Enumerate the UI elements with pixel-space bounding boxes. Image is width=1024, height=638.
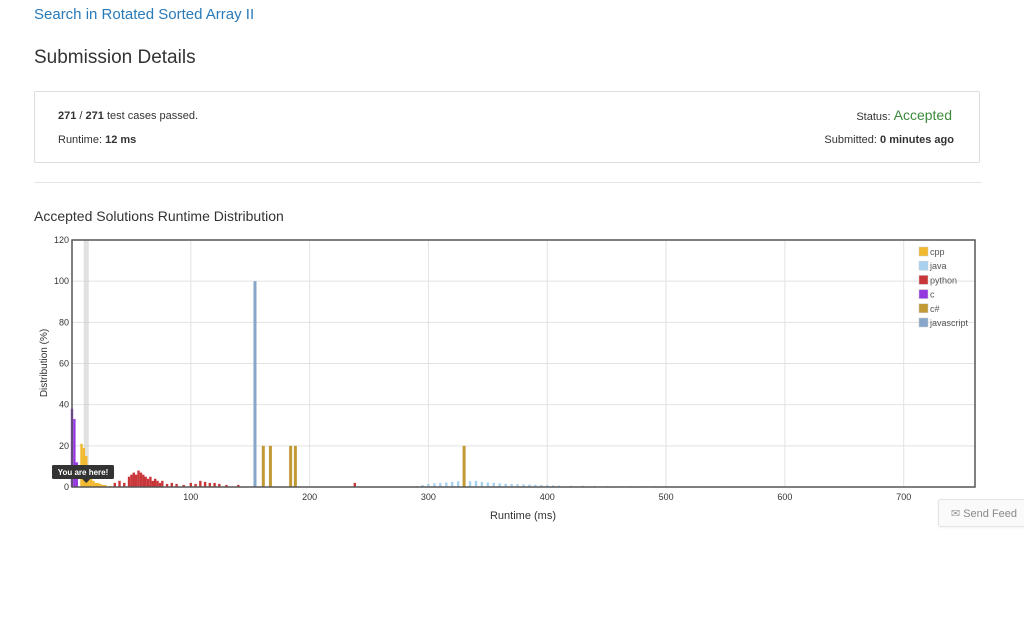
- bar-python: [134, 474, 138, 487]
- bar-cpp: [89, 478, 93, 487]
- bar-python: [161, 480, 164, 487]
- problem-link[interactable]: Search in Rotated Sorted Array II: [34, 6, 254, 23]
- send-feedback-label: Send Feed: [963, 508, 1018, 520]
- bar-python: [153, 478, 157, 487]
- y-tick-label: 20: [59, 441, 69, 451]
- legend-swatch: [918, 303, 929, 314]
- bar-csharp: [293, 445, 297, 487]
- bar-python: [118, 480, 121, 487]
- bar-python: [132, 472, 135, 487]
- y-tick-label: 100: [54, 276, 69, 286]
- you-are-here-label: You are here!: [58, 468, 109, 477]
- envelope-icon: ✉: [951, 508, 961, 520]
- bar-python: [142, 474, 145, 487]
- bar-python: [146, 478, 150, 487]
- legend-label: python: [930, 275, 957, 285]
- x-axis-label: Runtime (ms): [490, 510, 556, 522]
- legend-label: cpp: [930, 247, 945, 257]
- bar-python: [156, 480, 159, 487]
- passed-count: 271: [58, 110, 77, 122]
- bar-python: [127, 476, 131, 487]
- submitted-summary: Submitted: 0 minutes ago: [824, 134, 954, 146]
- legend-swatch: [918, 289, 929, 299]
- submitted-value: 0 minutes ago: [880, 134, 954, 146]
- section-divider: [34, 182, 982, 183]
- runtime-summary: Runtime: 12 ms: [58, 134, 136, 146]
- bar-java: [474, 480, 478, 487]
- bar-csharp: [268, 445, 272, 487]
- bar-csharp: [261, 445, 265, 487]
- legend-swatch: [918, 260, 929, 271]
- submitted-label: Submitted:: [824, 134, 881, 146]
- bar-python: [137, 470, 140, 487]
- page-title: Submission Details: [34, 47, 196, 68]
- chart-legend: cpp java python c c# javascript: [918, 246, 969, 328]
- bar-java: [468, 481, 472, 487]
- bar-python: [151, 480, 154, 487]
- legend-label: javascript: [929, 318, 969, 328]
- x-tick-label: 300: [421, 492, 436, 502]
- y-tick-label: 120: [54, 235, 69, 245]
- x-tick-label: 200: [302, 492, 317, 502]
- legend-swatch: [918, 246, 929, 257]
- y-tick-label: 0: [64, 482, 69, 492]
- x-tick-label: 400: [540, 492, 555, 502]
- bar-python: [149, 476, 152, 487]
- x-tick-label: 100: [183, 492, 198, 502]
- bar-java: [451, 481, 454, 487]
- status-label: Status:: [856, 111, 894, 123]
- passed-suffix: test cases passed.: [103, 110, 199, 122]
- send-feedback-button[interactable]: ✉ Send Feed: [938, 499, 1024, 527]
- status-accepted: Accepted: [893, 107, 952, 123]
- distribution-title: Accepted Solutions Runtime Distribution: [34, 208, 284, 224]
- x-tick-label: 700: [896, 492, 911, 502]
- bar-java: [456, 481, 460, 487]
- total-count: 271: [85, 110, 104, 122]
- bar-python: [130, 474, 133, 487]
- legend-swatch: [918, 317, 929, 328]
- test-cases-summary: 271 / 271 test cases passed.: [58, 110, 198, 122]
- chart-grid: [72, 239, 975, 488]
- legend-label: java: [929, 261, 947, 271]
- y-tick-label: 60: [59, 359, 69, 369]
- legend-label: c: [930, 290, 935, 300]
- bar-csharp: [289, 445, 293, 487]
- bar-javascript: [253, 281, 257, 487]
- runtime-label: Runtime:: [58, 134, 106, 146]
- count-separator: /: [76, 110, 86, 122]
- bar-python: [139, 472, 143, 487]
- submission-details-panel: 271 / 271 test cases passed. Runtime: 12…: [34, 91, 980, 163]
- legend-label: c#: [930, 304, 940, 314]
- runtime-distribution-chart: 0 20 40 60 80 100 120 100 200 300 400 500 600 700 Run…: [39, 235, 976, 522]
- y-tick-label: 80: [59, 317, 69, 327]
- bar-csharp: [462, 445, 466, 487]
- bar-cpp: [92, 480, 95, 487]
- bar-python: [203, 481, 207, 487]
- y-axis-label: Distribution (%): [39, 329, 50, 397]
- y-tick-label: 40: [59, 400, 69, 410]
- legend-swatch: [918, 275, 929, 285]
- bar-python: [199, 480, 202, 487]
- runtime-value: 12 ms: [105, 134, 137, 146]
- x-tick-label: 600: [777, 492, 792, 502]
- x-tick-label: 500: [659, 492, 674, 502]
- bar-python: [144, 476, 147, 487]
- chart-ticks: 0 20 40 60 80 100 120 100 200 300 400 500 600 700: [54, 235, 911, 502]
- status-summary: Status: Accepted: [856, 107, 952, 123]
- bar-java: [480, 481, 484, 487]
